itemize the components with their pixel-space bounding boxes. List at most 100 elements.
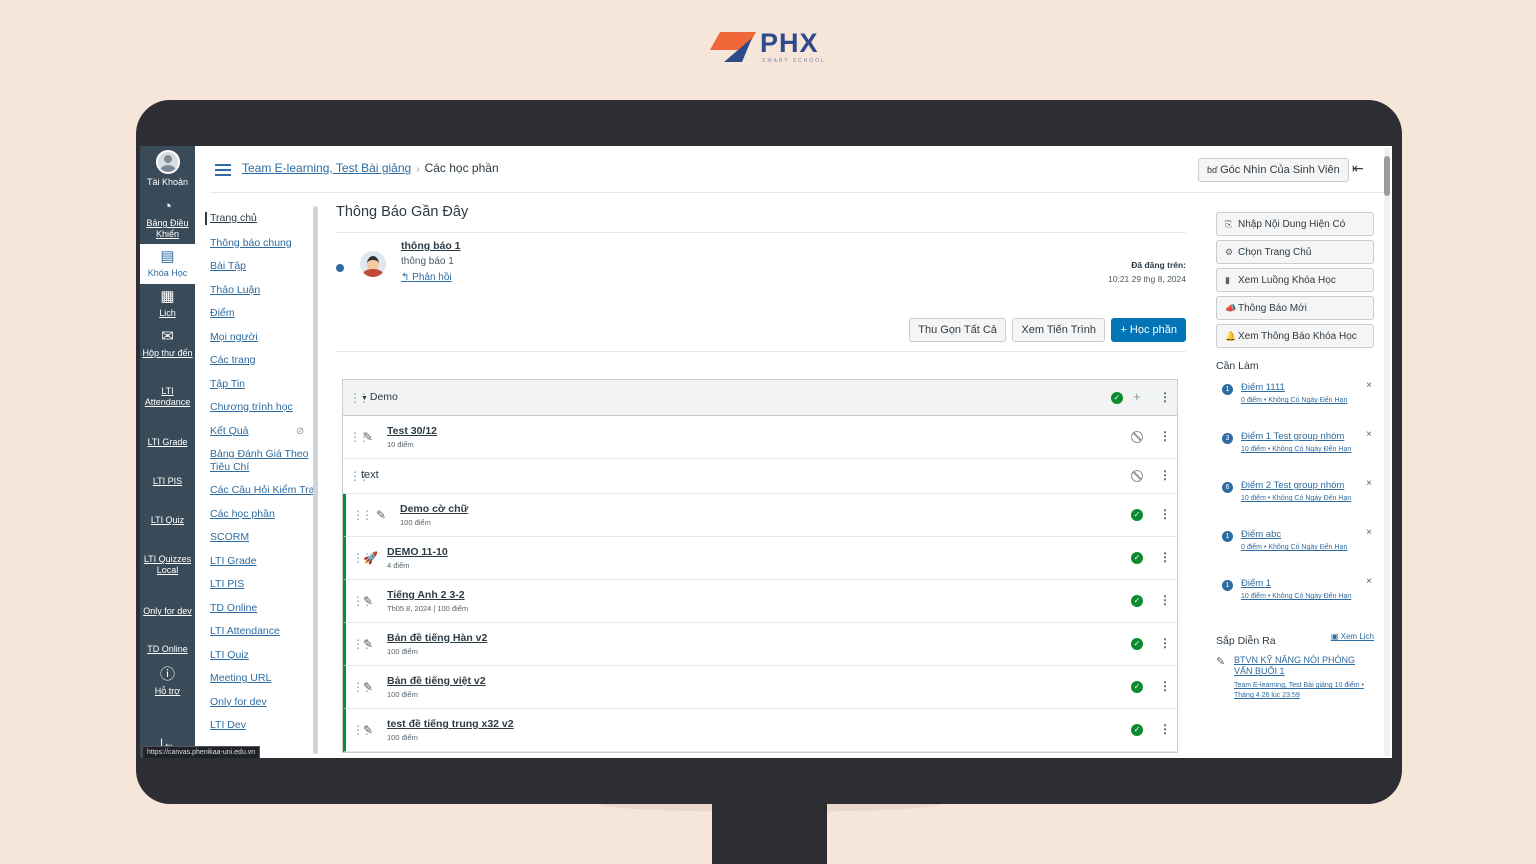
published-check-icon[interactable]: ✓ [1111, 392, 1123, 404]
todo-item: 1 Điểm 1111 0 điểm • Không Có Ngày Đến H… [1216, 380, 1376, 429]
course-nav-scrollbar[interactable] [313, 206, 318, 754]
dismiss-close-icon[interactable]: × [1366, 429, 1372, 440]
course-nav-modules[interactable]: Các học phần [210, 508, 320, 521]
course-nav-lti-quiz[interactable]: LTI Quiz [210, 649, 320, 662]
kebab-menu-icon[interactable]: ⋮ [1159, 636, 1171, 650]
todo-title-link[interactable]: Điểm abc [1241, 529, 1281, 540]
view-calendar-link[interactable]: ▣ Xem Lịch [1331, 632, 1374, 641]
kebab-menu-icon[interactable]: ⋮ [1159, 468, 1171, 482]
module-header[interactable]: ⋮⋮ ▼ Demo ✓ + ⋮ [343, 380, 1177, 416]
global-nav-courses[interactable]: ▤ Khóa Học [140, 244, 195, 284]
view-progress-button[interactable]: Xem Tiến Trình [1012, 318, 1105, 342]
course-nav-scorm[interactable]: SCORM [210, 531, 320, 544]
course-nav-meeting-url[interactable]: Meeting URL [210, 672, 320, 685]
todo-title-link[interactable]: Điểm 2 Test group nhóm [1241, 480, 1344, 491]
reply-link[interactable]: ↰ Phản hồi [401, 272, 452, 283]
unpublished-icon[interactable] [1131, 470, 1143, 482]
published-check-icon[interactable]: ✓ [1131, 552, 1143, 564]
view-course-stream-button[interactable]: ▮ Xem Luồng Khóa Học [1216, 268, 1374, 292]
assignment-icon: ✎ [363, 723, 374, 737]
module-item-title[interactable]: test đề tiếng trung x32 v2 [387, 718, 514, 730]
global-nav-lti-quiz[interactable]: LTI Quiz [140, 515, 195, 526]
global-nav-dashboard[interactable]: ◔ Bảng Điều Khiển [140, 198, 195, 240]
course-nav-assignments[interactable]: Bài Tập [210, 260, 320, 273]
course-nav-td-online[interactable]: TD Online [210, 602, 320, 615]
module-item-title[interactable]: Bản đề tiếng Hàn v2 [387, 632, 487, 644]
course-nav-discussions[interactable]: Thảo Luận [210, 284, 320, 297]
course-nav-grades[interactable]: Điểm [210, 307, 320, 320]
published-check-icon[interactable]: ✓ [1131, 595, 1143, 607]
student-view-button[interactable]: ɓɗ Góc Nhìn Của Sinh Viên [1198, 158, 1349, 182]
global-nav-inbox[interactable]: ✉ Hộp thư đến [140, 328, 195, 359]
todo-meta[interactable]: 10 điểm • Không Có Ngày Đến Hạn [1241, 445, 1353, 455]
course-nav-syllabus[interactable]: Chương trình học [210, 401, 320, 414]
add-item-icon[interactable]: + [1133, 389, 1141, 404]
course-nav-lti-grade[interactable]: LTI Grade [210, 555, 320, 568]
course-nav-lti-pis[interactable]: LTI PIS [210, 578, 320, 591]
collapse-sidebar-icon[interactable]: ⇤ [1352, 160, 1364, 177]
module-item-title[interactable]: Tiếng Anh 2 3-2 [387, 589, 465, 601]
todo-meta[interactable]: 0 điểm • Không Có Ngày Đến Hạn [1241, 396, 1353, 406]
page-scrollbar[interactable] [1384, 148, 1390, 756]
course-nav-lti-attendance[interactable]: LTI Attendance [210, 625, 320, 638]
kebab-menu-icon[interactable]: ⋮ [1159, 390, 1171, 404]
module-item-title[interactable]: Test 30/12 [387, 425, 437, 437]
kebab-menu-icon[interactable]: ⋮ [1159, 550, 1171, 564]
published-check-icon[interactable]: ✓ [1131, 724, 1143, 736]
add-module-button[interactable]: + Học phần [1111, 318, 1186, 342]
upcoming-title-link[interactable]: BTVN KỸ NĂNG NÓI PHÒNG VẤN BUỔI 1 [1234, 655, 1364, 677]
phx-logo: PHX SMART SCHOOL [708, 28, 832, 68]
course-nav-people[interactable]: Mọi người [210, 331, 320, 344]
upcoming-meta[interactable]: Team E-learning, Test Bài giảng 10 điểm … [1234, 681, 1364, 701]
todo-title-link[interactable]: Điểm 1 [1241, 578, 1271, 589]
todo-meta[interactable]: 10 điểm • Không Có Ngày Đến Hạn [1241, 592, 1353, 602]
published-check-icon[interactable]: ✓ [1131, 638, 1143, 650]
announcement-title-link[interactable]: thông báo 1 [401, 240, 461, 252]
todo-meta[interactable]: 10 điểm • Không Có Ngày Đến Hạn [1241, 494, 1353, 504]
published-check-icon[interactable]: ✓ [1131, 681, 1143, 693]
course-nav-only-for-dev[interactable]: Only for dev [210, 696, 320, 709]
published-check-icon[interactable]: ✓ [1131, 509, 1143, 521]
todo-title-link[interactable]: Điểm 1111 [1241, 382, 1285, 393]
new-announcement-button[interactable]: 📣 Thông Báo Mới [1216, 296, 1374, 320]
breadcrumb-course-link[interactable]: Team E-learning, Test Bài giảng [242, 161, 411, 175]
global-nav-lti-grade[interactable]: LTI Grade [140, 437, 195, 448]
global-nav-help[interactable]: ⓘ Hỗ trợ [140, 666, 195, 697]
scrollbar-thumb[interactable] [1384, 156, 1390, 196]
course-nav-files[interactable]: Tập Tin [210, 378, 320, 391]
module-item-title[interactable]: DEMO 11-10 [387, 546, 448, 558]
course-nav-pages[interactable]: Các trang [210, 354, 320, 367]
import-content-button[interactable]: ⎘ Nhập Nội Dung Hiện Có [1216, 212, 1374, 236]
dismiss-close-icon[interactable]: × [1366, 576, 1372, 587]
view-course-notifications-button[interactable]: 🔔 Xem Thông Báo Khóa Học [1216, 324, 1374, 348]
course-nav-quizzes[interactable]: Các Câu Hỏi Kiểm Tra [210, 484, 320, 497]
collapse-all-button[interactable]: Thu Gọn Tất Cả [909, 318, 1006, 342]
global-nav-only-for-dev[interactable]: Only for dev [140, 606, 195, 617]
course-nav-rubrics[interactable]: Bảng Đánh Giá Theo Tiêu Chí [210, 448, 320, 473]
module-item-title[interactable]: Demo cờ chữ [400, 503, 468, 515]
kebab-menu-icon[interactable]: ⋮ [1159, 429, 1171, 443]
course-nav-announcements[interactable]: Thông báo chung [210, 237, 320, 250]
hamburger-menu-icon[interactable] [215, 164, 231, 176]
kebab-menu-icon[interactable]: ⋮ [1159, 593, 1171, 607]
module-item-title[interactable]: Bản đề tiếng việt v2 [387, 675, 486, 687]
dismiss-close-icon[interactable]: × [1366, 478, 1372, 489]
dismiss-close-icon[interactable]: × [1366, 527, 1372, 538]
global-nav-lti-attendance[interactable]: LTI Attendance [140, 386, 195, 408]
course-nav-lti-dev[interactable]: LTI Dev [210, 719, 320, 732]
kebab-menu-icon[interactable]: ⋮ [1159, 722, 1171, 736]
kebab-menu-icon[interactable]: ⋮ [1159, 507, 1171, 521]
global-nav-lti-pis[interactable]: LTI PIS [140, 476, 195, 487]
unpublished-icon[interactable] [1131, 431, 1143, 443]
global-nav-account[interactable]: Tài Khoản [140, 150, 195, 188]
global-nav-td-online[interactable]: TD Online [140, 644, 195, 655]
choose-home-page-button[interactable]: ⚙ Chọn Trang Chủ [1216, 240, 1374, 264]
course-nav-home[interactable]: Trang chủ [205, 212, 320, 225]
todo-meta[interactable]: 0 điểm • Không Có Ngày Đến Hạn [1241, 543, 1353, 553]
global-nav-calendar[interactable]: ▦ Lịch [140, 288, 195, 319]
global-nav-lti-quizzes-local[interactable]: LTI Quizzes Local [140, 554, 195, 576]
kebab-menu-icon[interactable]: ⋮ [1159, 679, 1171, 693]
drag-handle-icon[interactable]: ⋮⋮ [352, 494, 373, 536]
todo-title-link[interactable]: Điểm 1 Test group nhóm [1241, 431, 1344, 442]
dismiss-close-icon[interactable]: × [1366, 380, 1372, 391]
